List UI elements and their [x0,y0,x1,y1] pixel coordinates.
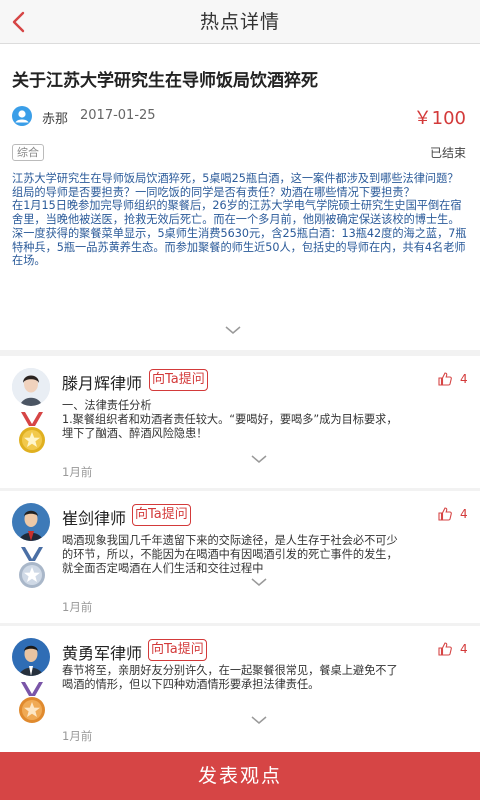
like-count: 4 [460,507,468,521]
reward-price: ￥100 [413,108,466,129]
thumbs-up-icon[interactable] [438,507,452,521]
answer-card: 滕月辉律师 向Ta提问 4 一、法律责任分析 1.聚餐组织者和劝酒者责任较大。“… [0,356,480,488]
chevron-down-icon[interactable] [250,714,268,726]
gold-medal-icon [19,412,45,453]
answer-card: 崔剑律师 向Ta提问 4 喝酒现象我国几千年遗留下来的交际途径，是人生存于社会必… [0,491,480,623]
answer-time: 1月前 [62,465,93,479]
answer-line: 喝酒现象我国几千年遗留下来的交际途径，是人生存于社会必不可少的环节，所以，不能因… [62,534,398,575]
answer-time: 1月前 [62,600,93,614]
like-count: 4 [460,642,468,656]
status-label: 已结束 [429,146,466,160]
answer-line: 一、法律责任分析 [62,399,152,412]
answer-text: 喝酒现象我国几千年遗留下来的交际途径，是人生存于社会必不可少的环节，所以，不能因… [62,534,402,575]
post-opinion-button[interactable]: 发表观点 [0,752,480,800]
article-card: 关于江苏大学研究生在导师饭局饮酒猝死 赤那 2017-01-25 ￥100 综合… [0,44,480,350]
answer-time: 1月前 [62,729,93,743]
like-count: 4 [460,372,468,386]
ask-lawyer-button[interactable]: 向Ta提问 [148,639,207,661]
article-paragraph: 江苏大学研究生在导师饭局饮酒猝死，5桌喝25瓶白酒，这一案件都涉及到哪些法律问题… [12,172,459,199]
page-title: 热点详情 [199,11,280,33]
top-nav-bar: 热点详情 [0,0,480,44]
answer-line: 春节将至，亲朋好友分别许久，在一起聚餐很常见，餐桌上避免不了喝酒的情形，但以下四… [62,664,398,691]
chevron-down-icon[interactable] [224,324,242,336]
answer-line: 1.聚餐组织者和劝酒者责任较大。“要喝好，要喝多”成为目标要求，埋下了酗酒、醉酒… [62,412,398,440]
article-paragraph: 在1月15日晚参加完导师组织的聚餐后，26岁的江苏大学电气学院硕士研究生史国平倒… [12,199,462,227]
lawyer-avatar[interactable] [12,368,50,406]
chevron-down-icon[interactable] [250,453,268,465]
article-paragraph: 深一度获得的聚餐菜单显示，5桌师生消费5630元，含25瓶白酒：13瓶42度的海… [12,226,467,268]
thumbs-up-icon[interactable] [438,642,452,656]
lawyer-name[interactable]: 滕月辉律师 [62,370,142,394]
user-avatar-icon [12,106,32,126]
lawyer-name[interactable]: 崔剑律师 [62,505,126,529]
answer-text: 春节将至，亲朋好友分别许久，在一起聚餐很常见，餐桌上避免不了喝酒的情形，但以下四… [62,664,402,692]
post-date: 2017-01-25 [80,108,156,123]
article-body: 江苏大学研究生在导师饭局饮酒猝死，5桌喝25瓶白酒，这一案件都涉及到哪些法律问题… [12,172,468,268]
ask-lawyer-button[interactable]: 向Ta提问 [132,504,191,526]
answer-card: 黄勇军律师 向Ta提问 4 春节将至，亲朋好友分别许久，在一起聚餐很常见，餐桌上… [0,626,480,752]
bronze-medal-icon [19,682,45,723]
article-title: 关于江苏大学研究生在导师饭局饮酒猝死 [12,71,318,91]
lawyer-name[interactable]: 黄勇军律师 [62,640,142,664]
ask-lawyer-button[interactable]: 向Ta提问 [149,369,208,391]
lawyer-avatar[interactable] [12,503,50,541]
chevron-down-icon[interactable] [250,576,268,588]
lawyer-avatar[interactable] [12,638,50,676]
silver-medal-icon [19,547,45,588]
thumbs-up-icon[interactable] [438,372,452,386]
answer-text: 一、法律责任分析 1.聚餐组织者和劝酒者责任较大。“要喝好，要喝多”成为目标要求… [62,399,402,440]
author-name: 赤那 [42,112,69,127]
category-tag: 综合 [12,144,44,161]
